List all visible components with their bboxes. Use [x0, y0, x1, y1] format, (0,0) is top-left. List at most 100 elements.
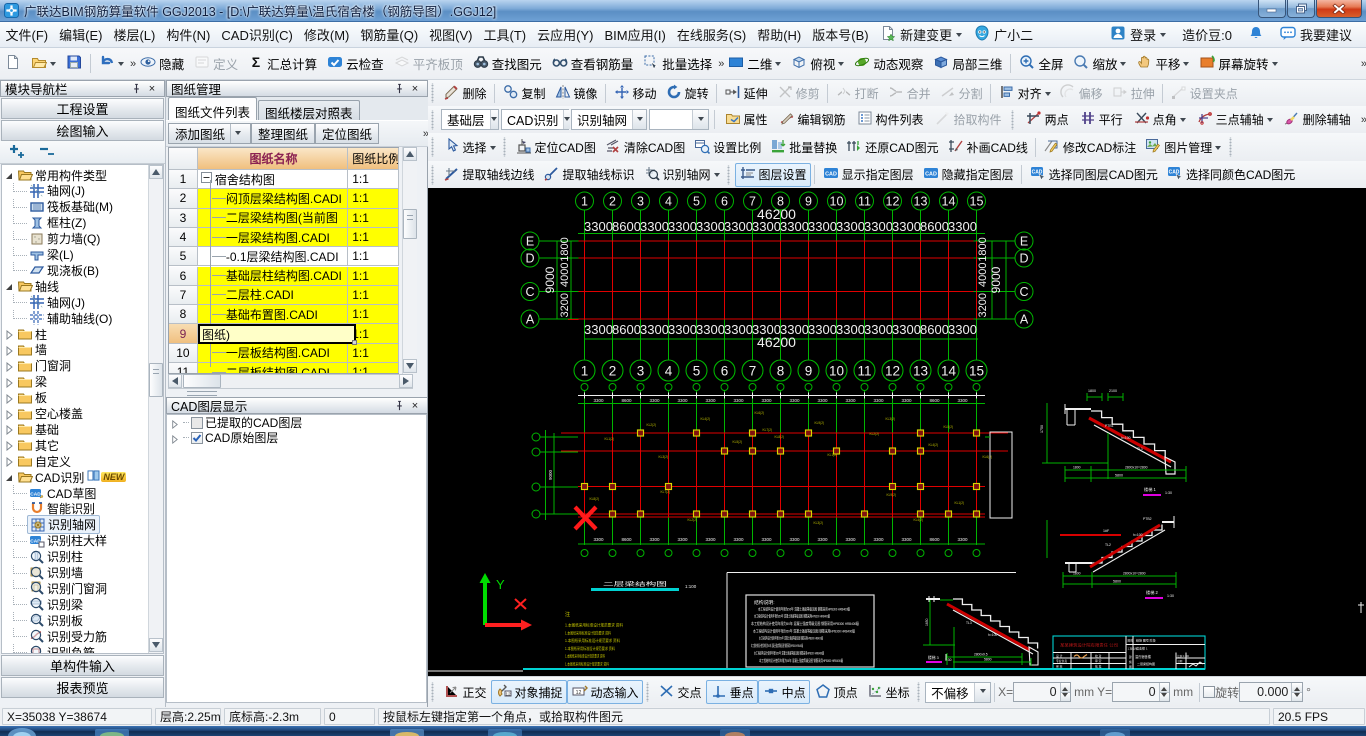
layer-item--CAD-[interactable]: 已提取的CAD图层	[167, 415, 426, 430]
sheet-scale-cell[interactable]: 1:1	[348, 170, 399, 190]
sheet-name-cell[interactable]: 闷顶层梁结构图.CADI	[197, 189, 349, 209]
tree-item--J-[interactable]: 轴网(J)	[4, 182, 88, 199]
select-arrow-dropdown-arrow[interactable]	[489, 145, 496, 153]
tree-item-CAD-[interactable]: CAD识别 NEW	[4, 469, 127, 485]
scroll-thumb[interactable]	[149, 363, 163, 397]
layer-item-CAD-[interactable]: CAD原始图层	[167, 430, 426, 445]
tree-item--[interactable]: 识别受力筋	[4, 628, 110, 644]
batch-replace-button[interactable]: 批量替换	[766, 135, 842, 159]
sheet-row-2[interactable]: 2 闷顶层梁结构图.CADI 1:1	[169, 189, 399, 209]
set-scale-button[interactable]: 设置比例	[690, 135, 766, 159]
point-angle-dropdown-arrow[interactable]	[1179, 118, 1186, 125]
batch-select-button[interactable]: 批量选择	[638, 52, 717, 76]
windows-taskbar[interactable]	[0, 726, 1366, 736]
select-arrow-button[interactable]: 选择	[439, 135, 500, 159]
sheet-button--[interactable]: 添加图纸	[168, 123, 252, 144]
tab--[interactable]: 图纸楼层对照表	[258, 100, 360, 121]
tree-item--[interactable]: 识别墙	[4, 564, 86, 581]
edit-rebar-button[interactable]: 编辑钢筋	[774, 108, 850, 132]
menu-extra--[interactable]: 新建变更	[874, 23, 968, 46]
align-dropdown-arrow[interactable]	[1044, 91, 1051, 99]
view-2d-dropdown-arrow[interactable]	[775, 62, 782, 69]
sheet-scale-cell[interactable]: 1:1	[348, 189, 399, 209]
tree-item--[interactable]: 墙	[4, 342, 50, 358]
obj-snap-button[interactable]: 12 对象捕捉	[491, 680, 568, 704]
zoom-mag-dropdown-arrow[interactable]	[1120, 62, 1127, 69]
tree-item--[interactable]: 基础	[4, 421, 62, 437]
tree-item--[interactable]: 板	[4, 390, 50, 406]
sheet-scale-cell[interactable]: 1:1	[348, 285, 399, 306]
menu--F-[interactable]: 文件(F)	[0, 21, 54, 48]
full-screen-button[interactable]: 全屏	[1014, 52, 1068, 76]
edit-resize-handle[interactable]	[352, 340, 357, 346]
sheet-row-6[interactable]: 6 基础层柱结构图.CADI 1:1	[169, 266, 399, 286]
locate-cad-button[interactable]: 定位CAD图	[511, 135, 600, 159]
tree-item--M-[interactable]: 筏板基础(M)	[4, 198, 116, 215]
pic-manage-dropdown-arrow[interactable]	[1215, 145, 1222, 153]
context-combo-1[interactable]: 基础层	[441, 109, 499, 130]
snap-toolbar-grip[interactable]	[430, 682, 437, 702]
sheet-scale-cell[interactable]: 1:1	[348, 227, 399, 248]
tree-collapsed-arrow-icon[interactable]	[4, 361, 14, 372]
cad-badge-button[interactable]: CAD 显示指定图层	[818, 163, 918, 187]
cad-sel-button[interactable]: CAD 选择同图层CAD图元	[1025, 163, 1162, 187]
sheet-table[interactable]: 图纸名称 图纸比例 1 宿舍结构图 1:1 2 闷顶层梁结构图.CADI 1:1 3 二层梁结构图…	[168, 147, 399, 374]
doc-new-button[interactable]	[0, 52, 26, 76]
tree-item--[interactable]: 识别梁	[4, 596, 86, 612]
undo-dropdown-arrow[interactable]	[118, 62, 124, 69]
menu--Y-[interactable]: 云应用(Y)	[532, 21, 599, 48]
context-toolbar-overflow-chevron[interactable]: »	[1360, 114, 1366, 126]
close-button[interactable]	[1316, 0, 1362, 18]
collapsed-arrow-icon[interactable]	[170, 433, 180, 444]
title-bar[interactable]: 广联达BIM钢筋算量软件 GGJ2013 - [D:\广联达算量\温氏宿舍楼（钢…	[0, 0, 1366, 22]
combo-arrow[interactable]	[692, 110, 708, 129]
menu--H-[interactable]: 帮助(H)	[752, 21, 807, 48]
tree-item--O-[interactable]: 辅助轴线(O)	[4, 310, 115, 326]
parallel-button[interactable]: 平行	[1075, 108, 1127, 132]
extract-mark-button[interactable]: 提取轴线标识	[539, 163, 639, 187]
layer-settings-button[interactable]: 图层设置	[735, 162, 812, 187]
coords-button[interactable]: 坐标	[862, 680, 914, 704]
cad-sel-button[interactable]: CAD 选择同颜色CAD图元	[1162, 163, 1299, 187]
three-aux-dropdown-arrow[interactable]	[1266, 118, 1273, 125]
sheet-scale-cell[interactable]: 1:1	[348, 266, 399, 286]
tree-collapsed-arrow-icon[interactable]	[4, 440, 14, 452]
expand-all-icon[interactable]	[8, 144, 28, 161]
tree-item--[interactable]: 识别轴网	[4, 515, 101, 535]
collapsed-arrow-icon[interactable]	[170, 418, 180, 429]
cad-toolbar-grip[interactable]	[430, 137, 437, 157]
sheet-table-hscrollbar[interactable]	[168, 374, 413, 389]
folder-open-button[interactable]	[26, 52, 61, 76]
layer-toolbar-grip[interactable]	[430, 164, 437, 185]
menu-extra--[interactable]: 广小二	[968, 23, 1039, 46]
tree-collapsed-arrow-icon[interactable]	[4, 424, 14, 436]
binoculars-button[interactable]: 查找图元	[468, 52, 547, 76]
undo-button[interactable]	[94, 52, 129, 76]
rotate-button[interactable]: 旋转	[661, 81, 713, 105]
menu--T-[interactable]: 工具(T)	[478, 21, 532, 48]
menu-BIM-I-[interactable]: BIM应用(I)	[599, 21, 671, 48]
draw-input-button[interactable]: 绘图输入	[1, 120, 164, 141]
module-tree[interactable]: 常用构件类型 轴网(J) 筏板基础(M) 框柱(Z) 剪力墙(Q) 梁(L) 现浇板(B) 轴…	[1, 164, 164, 654]
tree-expanded-arrow-icon[interactable]	[4, 170, 14, 180]
ortho-button[interactable]: 正交	[439, 680, 491, 704]
three-aux-button[interactable]: 三点辅轴	[1192, 108, 1277, 132]
point-angle-button[interactable]: 点角	[1129, 108, 1190, 132]
combo-arrow[interactable]	[974, 682, 991, 702]
context-combo-3[interactable]: 识别轴网	[571, 109, 647, 130]
collapse-all-icon[interactable]	[38, 144, 58, 161]
sheet-name-cell[interactable]: 基础布置图.CADI	[197, 305, 349, 325]
tab--[interactable]: 图纸文件列表	[168, 97, 258, 120]
pan-hand-button[interactable]: 平移	[1131, 52, 1194, 76]
tree-collapsed-arrow-icon[interactable]	[4, 345, 14, 356]
scroll-up-button[interactable]	[403, 147, 417, 161]
sheet-scale-cell[interactable]: 1:1	[348, 363, 399, 373]
context-combo-2[interactable]: CAD识别	[501, 109, 571, 130]
sheet-scale-cell[interactable]: 1:1	[348, 208, 399, 228]
sheet-scale-cell[interactable]: 1:1	[348, 305, 399, 325]
scroll-left-button[interactable]	[168, 374, 182, 388]
restore-button[interactable]	[1287, 0, 1315, 18]
sheet-row-5[interactable]: 5 -0.1层梁结构图.CADI 1:1	[169, 247, 399, 267]
extend-button[interactable]: 延伸	[720, 81, 772, 105]
menu--B-[interactable]: 版本号(B)	[807, 21, 874, 48]
